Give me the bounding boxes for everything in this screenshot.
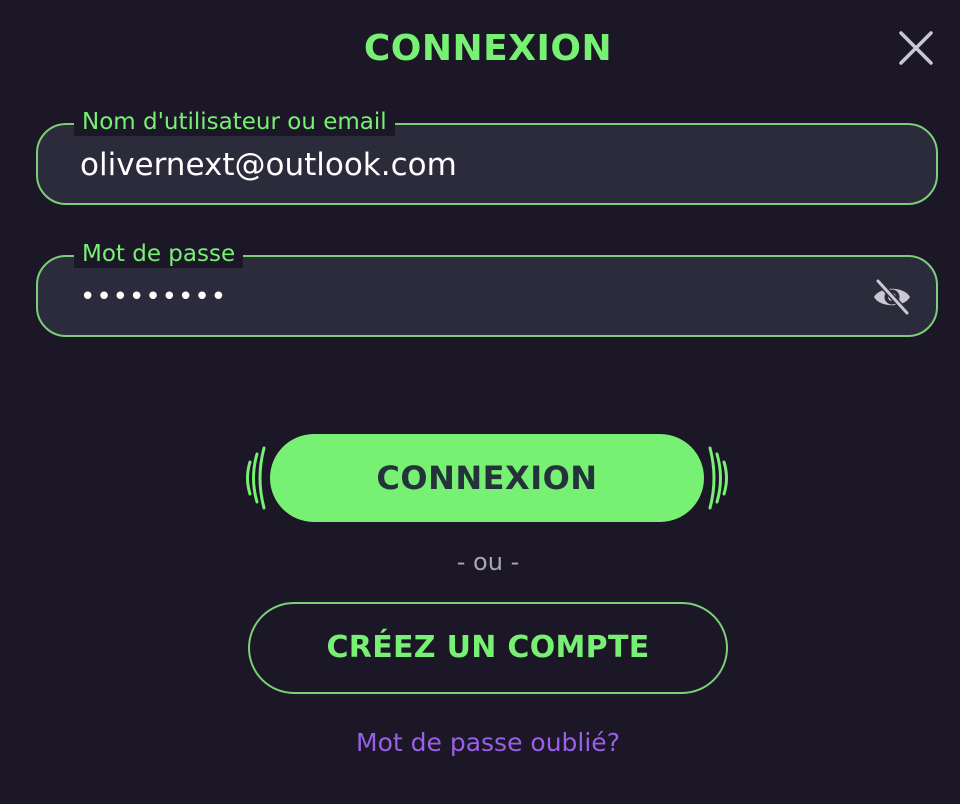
forgot-password-link[interactable]: Mot de passe oublié?	[0, 728, 960, 757]
password-field-label: Mot de passe	[74, 240, 244, 268]
email-input-value[interactable]: olivernext@outlook.com	[80, 145, 457, 185]
or-separator: - ou -	[456, 548, 520, 576]
close-icon[interactable]	[896, 28, 936, 68]
eye-off-icon[interactable]	[872, 277, 912, 317]
create-account-button[interactable]: CRÉEZ UN COMPTE	[248, 602, 728, 694]
email-field[interactable]: Nom d'utilisateur ou email olivernext@ou…	[36, 108, 938, 205]
email-field-label: Nom d'utilisateur ou email	[74, 108, 395, 136]
login-button-wrapper: CONNEXION	[244, 434, 730, 522]
glow-waves-left-icon	[246, 446, 266, 510]
password-input-value[interactable]: •••••••••	[80, 277, 227, 317]
password-field[interactable]: Mot de passe •••••••••	[36, 240, 938, 337]
glow-waves-right-icon	[708, 446, 728, 510]
login-button[interactable]: CONNEXION	[270, 434, 704, 522]
modal-title: CONNEXION	[363, 28, 613, 69]
